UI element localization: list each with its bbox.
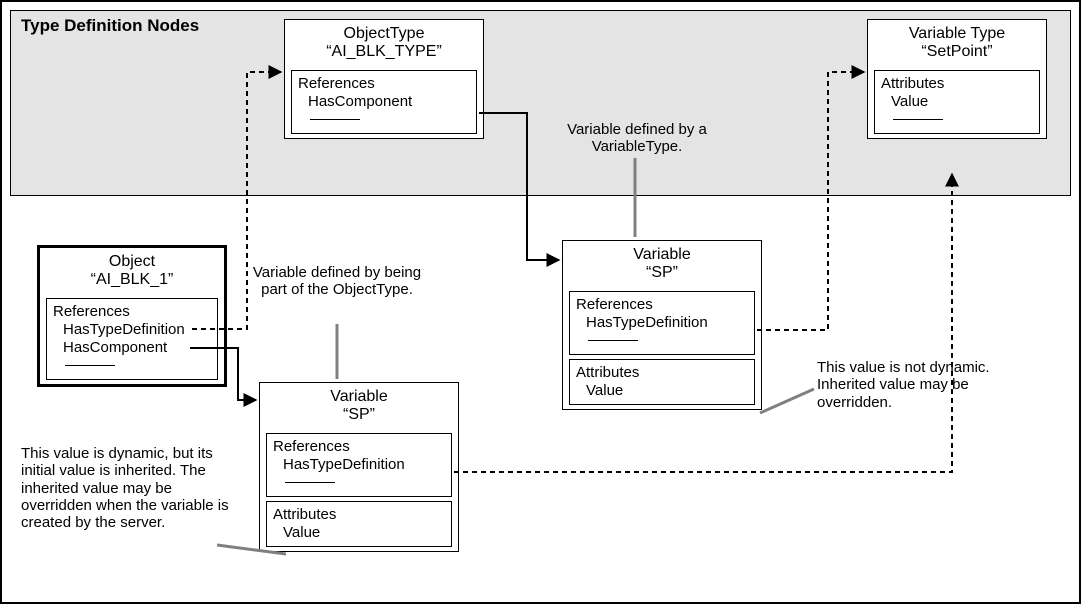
node-variabletype-setpoint: Variable Type “SetPoint” Attributes Valu… [867,19,1047,139]
node-title: Variable Type “SetPoint” [868,20,1046,66]
attributes-box: Attributes Value [266,501,452,547]
annotation-vardef-objtype: Variable defined by being part of the Ob… [252,264,422,299]
attributes-box: Attributes Value [569,359,755,405]
box-header: Attributes [576,364,748,382]
node-object-ai-blk-1: Object “AI_BLK_1” References HasTypeDefi… [37,245,227,387]
references-box: References HasTypeDefinition [569,291,755,355]
divider-line [893,119,943,120]
region-title: Type Definition Nodes [21,17,199,36]
divider-line [65,365,115,366]
node-title: Variable “SP” [260,383,458,429]
box-header: References [53,303,211,321]
diagram-canvas: Type Definition Nodes ObjectType “AI_BLK… [0,0,1081,604]
divider-line [285,482,335,483]
attribute-line: Value [273,524,445,542]
node-title: ObjectType “AI_BLK_TYPE” [285,20,483,66]
node-objecttype: ObjectType “AI_BLK_TYPE” References HasC… [284,19,484,139]
node-title: Object “AI_BLK_1” [40,248,224,294]
divider-line [588,340,638,341]
node-variable-sp-lower: Variable “SP” References HasTypeDefiniti… [259,382,459,552]
attributes-box: Attributes Value [874,70,1040,134]
references-box: References HasComponent [291,70,477,134]
attribute-line: Value [576,382,748,400]
box-header: Attributes [881,75,1033,93]
node-variable-sp-upper: Variable “SP” References HasTypeDefiniti… [562,240,762,410]
box-header: Attributes [273,506,445,524]
reference-line: HasTypeDefinition [576,314,748,332]
node-title: Variable “SP” [563,241,761,287]
attribute-line: Value [881,93,1033,111]
box-header: References [298,75,470,93]
reference-line: HasTypeDefinition [273,456,445,474]
reference-line-1: HasTypeDefinition [53,321,211,339]
references-box: References HasTypeDefinition [266,433,452,497]
divider-line [310,119,360,120]
box-header: References [273,438,445,456]
annotation-not-dynamic: This value is not dynamic. Inherited val… [817,359,1012,411]
reference-line: HasComponent [298,93,470,111]
references-box: References HasTypeDefinition HasComponen… [46,298,218,380]
box-header: References [576,296,748,314]
reference-line-2: HasComponent [53,339,211,357]
annotation-vardef-vartype: Variable defined by a VariableType. [542,121,732,156]
annotation-dynamic-value: This value is dynamic, but its initial v… [21,445,231,531]
